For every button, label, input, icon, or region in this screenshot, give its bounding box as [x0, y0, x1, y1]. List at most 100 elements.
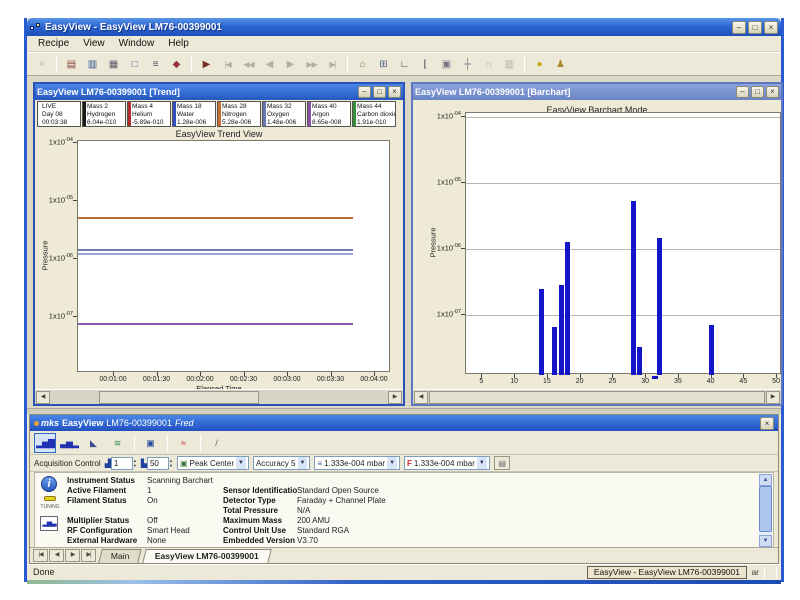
- panel-close-button[interactable]: ×: [760, 417, 774, 430]
- eraser-icon[interactable]: ◆: [167, 55, 186, 73]
- key-icon[interactable]: ●: [530, 55, 549, 73]
- tab-nav-0[interactable]: |◀: [33, 549, 48, 562]
- panel-title-bar[interactable]: mks EasyView LM76-00399001 Fred ×: [30, 415, 778, 431]
- overlay-mode-icon[interactable]: ≋: [106, 433, 128, 453]
- channel-box[interactable]: Mass 28Nitrogen5.28e-006: [217, 101, 261, 127]
- peak-jump-mode-icon[interactable]: ◣: [82, 433, 104, 453]
- info-icon[interactable]: i: [41, 476, 57, 492]
- peak-mode-icon: ▣: [180, 459, 188, 468]
- menu-recipe[interactable]: Recipe: [31, 37, 76, 50]
- maximize-button[interactable]: □: [748, 21, 762, 34]
- scroll-right-icon[interactable]: ▶: [766, 391, 780, 404]
- spinner-value[interactable]: 50: [147, 457, 169, 470]
- barchart-plot-area: [465, 112, 781, 374]
- barchart-mode-icon[interactable]: ▂▅▇: [34, 433, 56, 453]
- channel-color-bar: [173, 102, 176, 126]
- channel-box[interactable]: Mass 32Oxygen1.48e-006: [262, 101, 306, 127]
- scroll-left-icon[interactable]: ◀: [414, 391, 428, 404]
- recipe-list-icon[interactable]: ≡: [146, 55, 165, 73]
- close-button[interactable]: ×: [766, 86, 779, 98]
- spinner-arrows[interactable]: ▲▼: [133, 458, 137, 468]
- save-recipe-icon[interactable]: ▥: [83, 55, 102, 73]
- print-icon[interactable]: ▦: [104, 55, 123, 73]
- scroll-thumb[interactable]: [429, 391, 765, 404]
- minimize-button[interactable]: –: [732, 21, 746, 34]
- preview-icon[interactable]: □: [125, 55, 144, 73]
- save-icon[interactable]: ▣: [139, 433, 161, 453]
- tab-easyview-lm76-00399001[interactable]: EasyView LM76-00399001: [143, 549, 272, 563]
- mass-end-spinner[interactable]: ▙50▲▼: [141, 457, 173, 470]
- tab-nav-1[interactable]: ◀: [49, 549, 64, 562]
- trend-chart: EasyView Trend View1x10-041x10-051x10-06…: [35, 128, 403, 390]
- scroll-thumb[interactable]: [759, 486, 772, 532]
- channel-box[interactable]: Mass 40Argon8.65e-008: [307, 101, 351, 127]
- wrench-icon[interactable]: /: [205, 433, 227, 453]
- tab-nav-3[interactable]: ▶|: [81, 549, 96, 562]
- dropdown-value: 1.333e-004 mbar: [324, 459, 385, 468]
- barchart-title-bar[interactable]: EasyView LM76-00399001 [Barchart] –□×: [413, 84, 781, 100]
- close-button[interactable]: ×: [764, 21, 778, 34]
- channel-box[interactable]: Mass 4Helium-5.89e-010: [127, 101, 171, 127]
- x-axis-tick-label: 00:02:30: [222, 376, 266, 383]
- chevron-down-icon[interactable]: ▼: [477, 457, 487, 469]
- chevron-down-icon[interactable]: ▼: [236, 457, 246, 469]
- status-label: Embedded Version: [223, 536, 297, 546]
- trend-axes-icon[interactable]: ∟: [395, 55, 414, 73]
- user-icon[interactable]: ♟: [551, 55, 570, 73]
- live-status-box[interactable]: LIVEDay 0800:03:38: [37, 101, 81, 127]
- scroll-right-icon[interactable]: ▶: [388, 391, 402, 404]
- log-icon[interactable]: ▤: [494, 456, 510, 470]
- barchart-hscrollbar[interactable]: ◀▶: [413, 389, 781, 404]
- chevron-down-icon[interactable]: ▼: [387, 457, 397, 469]
- scroll-up-icon[interactable]: ▲: [759, 474, 772, 486]
- panel-vscrollbar[interactable]: ▲ ▼: [759, 474, 772, 547]
- scroll-thumb[interactable]: [99, 391, 259, 404]
- run-icon[interactable]: ▶: [197, 55, 216, 73]
- trend-title-bar[interactable]: EasyView LM76-00399001 [Trend] –□×: [35, 84, 403, 100]
- channel-box[interactable]: Mass 18Water1.28e-006: [172, 101, 216, 127]
- degas-wave-icon[interactable]: ≈: [172, 433, 194, 453]
- load-recipe-icon[interactable]: ▤: [62, 55, 81, 73]
- y-axis-tick: [73, 258, 77, 259]
- fullscale-icon[interactable]: F1.333e-004 mbar▼: [404, 456, 490, 470]
- minimize-button[interactable]: –: [358, 86, 371, 98]
- maximize-button[interactable]: □: [751, 86, 764, 98]
- title-bar[interactable]: EasyView - EasyView LM76-00399001 –□×: [27, 18, 781, 36]
- menu-help[interactable]: Help: [161, 37, 196, 50]
- status-value: N/A: [297, 506, 753, 516]
- gridline: [466, 249, 780, 250]
- spinner-value[interactable]: 1: [111, 457, 133, 470]
- channel-box[interactable]: Mass 44Carbon dioxide1.91e-010: [352, 101, 396, 127]
- unlock-icon[interactable]: ⌂: [353, 55, 372, 73]
- scroll-down-icon[interactable]: ▼: [759, 535, 772, 547]
- chevron-down-icon[interactable]: ▼: [298, 457, 308, 469]
- channel-line2: Hydrogen: [87, 111, 124, 119]
- channel-value: -5.89e-010: [132, 119, 169, 127]
- chart-icon[interactable]: ▂▅▃: [40, 516, 58, 531]
- dropdown[interactable]: Accuracy 5▼: [253, 456, 311, 470]
- peak-mode-icon[interactable]: ▣Peak Center▼: [177, 456, 249, 470]
- cursor-line-icon[interactable]: ┼: [458, 55, 477, 73]
- trend-window-title: EasyView LM76-00399001 [Trend]: [37, 87, 358, 97]
- close-button[interactable]: ×: [388, 86, 401, 98]
- minimize-button[interactable]: –: [736, 86, 749, 98]
- spinner-arrows[interactable]: ▲▼: [169, 458, 173, 468]
- mks-logo: mks: [34, 418, 59, 428]
- status-value: None: [147, 536, 223, 546]
- tile-windows-icon[interactable]: ⊞: [374, 55, 393, 73]
- desktop: EasyView - EasyView LM76-00399001 –□× Re…: [0, 0, 800, 600]
- scroll-left-icon[interactable]: ◀: [36, 391, 50, 404]
- zoom-window-icon[interactable]: ▣: [437, 55, 456, 73]
- menu-view[interactable]: View: [76, 37, 112, 50]
- maximize-button[interactable]: □: [373, 86, 386, 98]
- barchart-axes-icon[interactable]: ⌊: [416, 55, 435, 73]
- pressure-range-icon[interactable]: ≡1.333e-004 mbar▼: [314, 456, 400, 470]
- channel-box[interactable]: Mass 2Hydrogen6.04e-010: [82, 101, 126, 127]
- tab-main[interactable]: Main: [98, 549, 142, 563]
- trend-hscrollbar[interactable]: ◀▶: [35, 389, 403, 404]
- tab-nav-2[interactable]: ▶: [65, 549, 80, 562]
- trend-mode-icon[interactable]: ▃▅▂: [58, 433, 80, 453]
- menu-window[interactable]: Window: [112, 37, 162, 50]
- tuning-indicator[interactable]: TUNING: [37, 496, 63, 510]
- mass-start-spinner[interactable]: ▟1▲▼: [105, 457, 137, 470]
